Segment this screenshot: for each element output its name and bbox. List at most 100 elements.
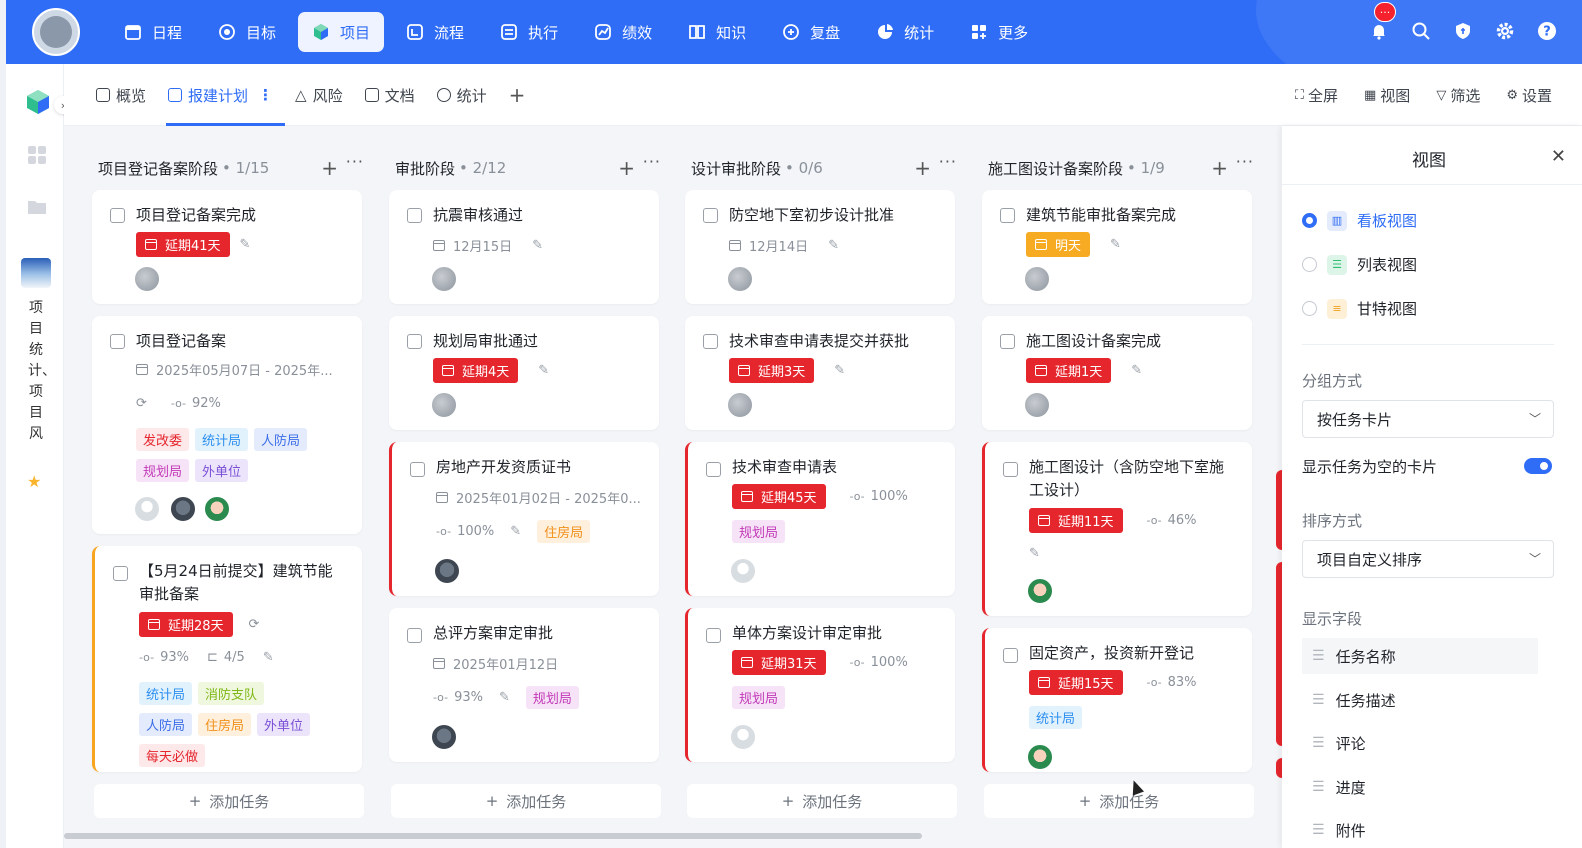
close-icon[interactable]: ✕ <box>1551 146 1566 167</box>
task-card[interactable]: 项目登记备案完成 延期41天 ✎ <box>92 190 362 304</box>
edit-icon[interactable]: ✎ <box>499 690 510 705</box>
bell-icon[interactable] <box>1366 18 1392 44</box>
fullscreen-button[interactable]: ⛶ 全屏 <box>1295 85 1338 106</box>
view-button[interactable]: ▦ 视图 <box>1364 85 1410 106</box>
show-empty-toggle[interactable] <box>1524 458 1552 474</box>
edit-icon[interactable]: ✎ <box>834 363 845 378</box>
nav-item-execute[interactable]: 执行 <box>486 12 572 52</box>
edit-icon[interactable]: ✎ <box>828 238 839 253</box>
add-tab-button[interactable]: + <box>509 83 526 107</box>
drag-handle-icon[interactable]: ☰ <box>1312 648 1325 664</box>
nav-item-goal[interactable]: 目标 <box>204 12 290 52</box>
nav-item-performance[interactable]: 绩效 <box>580 12 666 52</box>
edit-icon[interactable]: ✎ <box>1029 546 1040 561</box>
task-checkbox[interactable] <box>1003 462 1018 477</box>
task-checkbox[interactable] <box>703 334 718 349</box>
avatar[interactable] <box>730 724 756 750</box>
search-icon[interactable] <box>1408 18 1434 44</box>
sort-select[interactable]: 项目自定义排序 ﹀ <box>1302 540 1554 578</box>
task-checkbox[interactable] <box>110 334 125 349</box>
edit-icon[interactable]: ✎ <box>240 237 251 252</box>
avatar[interactable] <box>431 392 457 418</box>
field-item[interactable]: ☰ 评论 <box>1302 725 1538 761</box>
avatar[interactable] <box>134 496 160 522</box>
task-card[interactable]: 规划局审批通过 延期4天 ✎ <box>389 316 659 430</box>
nav-item-statistics[interactable]: 统计 <box>862 12 948 52</box>
task-card[interactable]: 项目登记备案 2025年05月07日 - 2025年... ⟳ -o- 92% 发改… <box>92 316 362 534</box>
edit-icon[interactable]: ✎ <box>263 650 274 665</box>
project-thumbnail[interactable] <box>21 258 51 288</box>
radio-button[interactable] <box>1302 213 1317 228</box>
avatar[interactable] <box>727 266 753 292</box>
column-more-button[interactable]: ··· <box>346 152 364 171</box>
star-icon[interactable]: ★ <box>27 472 41 491</box>
settings-button[interactable]: ⚙ 设置 <box>1506 85 1552 106</box>
column-more-button[interactable]: ··· <box>1236 152 1254 171</box>
avatar[interactable] <box>1024 392 1050 418</box>
task-checkbox[interactable] <box>113 566 128 581</box>
avatar[interactable] <box>1027 578 1053 604</box>
task-checkbox[interactable] <box>407 208 422 223</box>
add-task-plus-button[interactable]: + <box>618 156 635 180</box>
view-option-kanban[interactable]: ▥ 看板视图 <box>1302 210 1417 231</box>
task-checkbox[interactable] <box>1003 648 1018 663</box>
tab-construction-plan[interactable]: 报建计划 ⋮ <box>166 64 286 126</box>
task-card[interactable]: 单体方案设计审定审批 延期31天 -o- 100% 规划局 <box>685 608 955 762</box>
field-item[interactable]: ☰ 任务名称 <box>1302 638 1538 674</box>
column-more-button[interactable]: ··· <box>643 152 661 171</box>
edit-icon[interactable]: ✎ <box>538 363 549 378</box>
tab-risk[interactable]: △ 风险 <box>295 64 343 126</box>
task-card[interactable]: 施工图设计（含防空地下室施工设计） 延期11天 -o- 46% ✎ <box>982 442 1252 616</box>
column-more-button[interactable]: ··· <box>939 152 957 171</box>
nav-item-project[interactable]: 项目 <box>298 12 385 52</box>
tab-statistics[interactable]: 统计 <box>436 64 487 126</box>
drag-handle-icon[interactable]: ☰ <box>1312 779 1325 795</box>
task-card[interactable]: 总评方案审定审批 2025年01月12日 -o- 93% ✎ 规划局 <box>389 608 659 762</box>
nav-item-knowledge[interactable]: 知识 <box>674 12 760 52</box>
add-task-button[interactable]: + 添加任务 <box>94 784 364 818</box>
group-by-select[interactable]: 按任务卡片 ﹀ <box>1302 400 1554 438</box>
avatar[interactable] <box>730 558 756 584</box>
tab-documents[interactable]: 文档 <box>364 64 415 126</box>
task-card[interactable]: 技术审查申请表 延期45天 -o- 100% 规划局 <box>685 442 955 596</box>
nav-item-more[interactable]: 更多 <box>956 12 1042 52</box>
add-task-button[interactable]: + 添加任务 <box>391 784 661 818</box>
task-checkbox[interactable] <box>410 462 425 477</box>
app-logo[interactable] <box>32 8 80 56</box>
avatar[interactable] <box>434 558 460 584</box>
avatar[interactable] <box>431 724 457 750</box>
horizontal-scrollbar[interactable] <box>64 833 922 839</box>
field-item[interactable]: ☰ 进度 <box>1302 769 1538 805</box>
task-checkbox[interactable] <box>110 208 125 223</box>
task-card[interactable]: 建筑节能审批备案完成 明天 ✎ <box>982 190 1252 304</box>
nav-item-schedule[interactable]: 日程 <box>110 12 196 52</box>
help-icon[interactable]: ? <box>1534 18 1560 44</box>
field-item[interactable]: ☰ 附件 <box>1302 812 1538 848</box>
view-option-list[interactable]: ☰ 列表视图 <box>1302 254 1417 275</box>
avatar[interactable] <box>204 496 230 522</box>
avatar[interactable] <box>170 496 196 522</box>
nav-item-review[interactable]: 复盘 <box>768 12 854 52</box>
task-card[interactable]: 防空地下室初步设计批准 12月14日 ✎ <box>685 190 955 304</box>
drag-handle-icon[interactable]: ☰ <box>1312 822 1325 838</box>
task-card[interactable]: 技术审查申请表提交并获批 延期3天 ✎ <box>685 316 955 430</box>
project-name[interactable]: 项目统计、项目风 <box>28 298 56 445</box>
drag-handle-icon[interactable]: ☰ <box>1312 692 1325 708</box>
task-checkbox[interactable] <box>407 628 422 643</box>
task-card[interactable]: 固定资产，投资新开登记 延期15天 -o- 83% 统计局 <box>982 628 1252 772</box>
add-task-button[interactable]: + 添加任务 <box>687 784 957 818</box>
security-icon[interactable] <box>1450 18 1476 44</box>
edit-icon[interactable]: ✎ <box>1110 237 1121 252</box>
view-option-gantt[interactable]: ≡ 甘特视图 <box>1302 298 1417 319</box>
field-item[interactable]: ☰ 任务描述 <box>1302 682 1538 718</box>
task-checkbox[interactable] <box>1000 208 1015 223</box>
edit-icon[interactable]: ✎ <box>532 238 543 253</box>
avatar[interactable] <box>431 266 457 292</box>
add-task-plus-button[interactable]: + <box>1211 156 1228 180</box>
task-checkbox[interactable] <box>706 462 721 477</box>
task-checkbox[interactable] <box>407 334 422 349</box>
drag-handle-icon[interactable]: ☰ <box>1312 735 1325 751</box>
task-checkbox[interactable] <box>706 628 721 643</box>
avatar[interactable] <box>1027 744 1053 770</box>
filter-button[interactable]: ▽ 筛选 <box>1436 85 1480 106</box>
